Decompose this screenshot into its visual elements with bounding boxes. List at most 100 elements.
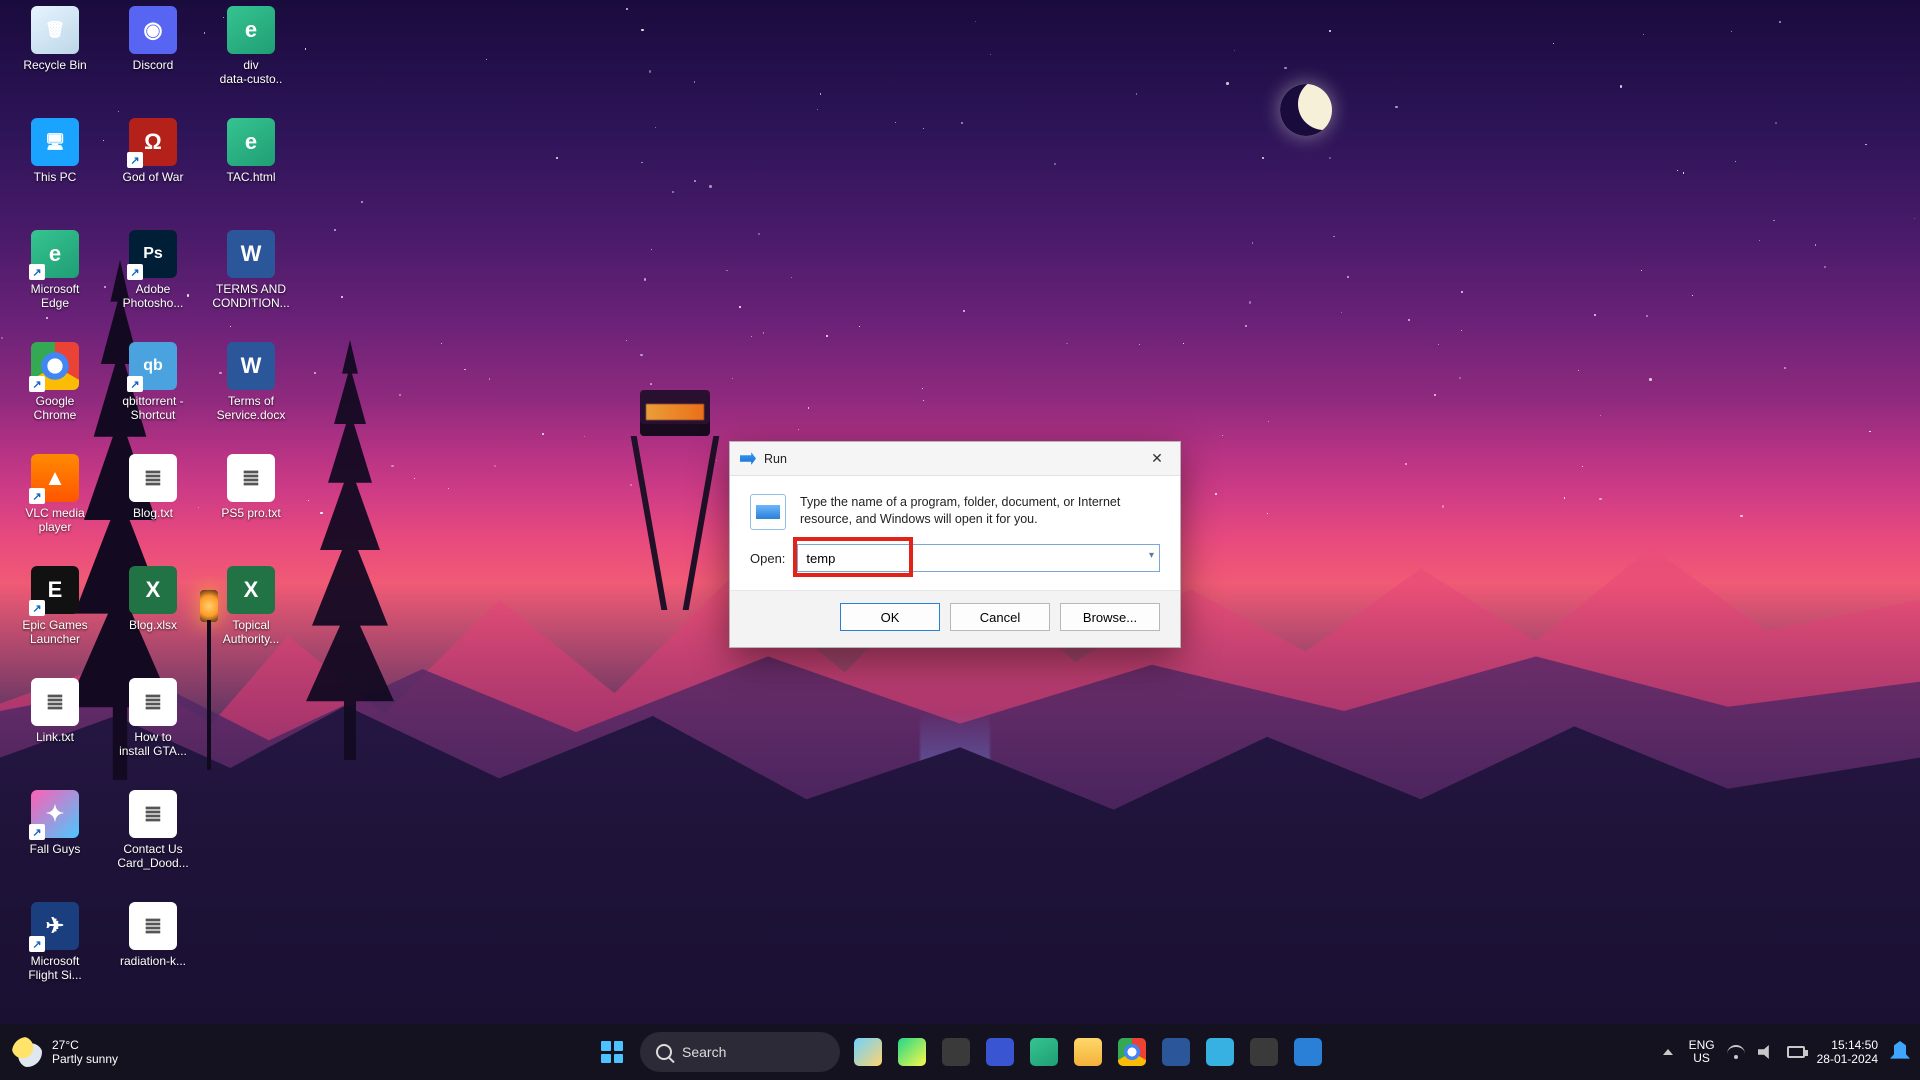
notifications-icon[interactable]	[1890, 1041, 1910, 1063]
desktop-icon[interactable]: ✦ Fall Guys	[6, 784, 104, 896]
desktop-icon-glyph: Ps	[129, 230, 177, 278]
desktop-icon-label: Contact Us Card_Dood...	[113, 842, 192, 870]
desktop-icon-label: PS5 pro.txt	[217, 506, 284, 520]
weather-temp: 27°C	[52, 1038, 118, 1052]
taskbar-clock[interactable]: 15:14:50 28-01-2024	[1817, 1038, 1878, 1066]
taskbar-app-chrome[interactable]	[1112, 1032, 1152, 1072]
desktop-icon[interactable]: eTAC.html	[202, 112, 300, 224]
desktop-icon-label: Blog.xlsx	[125, 618, 181, 632]
run-icon	[740, 451, 756, 467]
desktop-icon-glyph: qb	[129, 342, 177, 390]
taskbar-app-notepad[interactable]	[1200, 1032, 1240, 1072]
desktop-icon[interactable]: qb qbittorrent - Shortcut	[104, 336, 202, 448]
language-switcher[interactable]: ENG US	[1689, 1039, 1715, 1065]
taskbar-app-widgets[interactable]	[848, 1032, 888, 1072]
desktop-icon-label: radiation-k...	[116, 954, 190, 968]
desktop-icon-label: Blog.txt	[129, 506, 177, 520]
desktop-icon-glyph: ≣	[129, 902, 177, 950]
taskbar-search[interactable]: Search	[640, 1032, 840, 1072]
desktop-icon-glyph: ≣	[129, 790, 177, 838]
task-view-icon	[942, 1038, 970, 1066]
desktop-icon-glyph	[31, 342, 79, 390]
desktop-icon-label: Microsoft Edge	[27, 282, 84, 310]
desktop-icon-glyph: ≣	[129, 454, 177, 502]
desktop-icon[interactable]: WTERMS AND CONDITION...	[202, 224, 300, 336]
desktop-icon-glyph: ◉	[129, 6, 177, 54]
battery-icon[interactable]	[1787, 1043, 1805, 1061]
start-button[interactable]	[592, 1032, 632, 1072]
speaker-icon[interactable]	[1757, 1043, 1775, 1061]
desktop-icon[interactable]: E Epic Games Launcher	[6, 560, 104, 672]
desktop-icon[interactable]: ≣ How to install GTA...	[104, 672, 202, 784]
desktop-icon-label: Fall Guys	[26, 842, 85, 856]
taskbar-app-task-view[interactable]	[936, 1032, 976, 1072]
desktop-icon-glyph: W	[227, 342, 275, 390]
taskbar-app-settings[interactable]	[1244, 1032, 1284, 1072]
edge-icon	[1030, 1038, 1058, 1066]
desktop-icon-glyph: 🗑	[31, 6, 79, 54]
desktop-icon-glyph: 🖥	[31, 118, 79, 166]
taskbar-weather[interactable]: 27°C Partly sunny	[12, 1037, 118, 1067]
ok-button[interactable]: OK	[840, 603, 940, 631]
desktop-icon[interactable]: ◉Discord	[104, 0, 202, 112]
widgets-icon	[854, 1038, 882, 1066]
browse-button[interactable]: Browse...	[1060, 603, 1160, 631]
desktop-icon[interactable]: WTerms of Service.docx	[202, 336, 300, 448]
desktop-icon-label: How to install GTA...	[115, 730, 191, 758]
close-button[interactable]: ✕	[1134, 442, 1180, 476]
desktop-icon-label: Google Chrome	[30, 394, 81, 422]
tray-overflow[interactable]	[1659, 1043, 1677, 1061]
desktop-icon[interactable]: ≣PS5 pro.txt	[202, 448, 300, 560]
run-title: Run	[764, 452, 787, 466]
desktop-icon[interactable]: ≣ Blog.txt	[104, 448, 202, 560]
run-large-icon	[750, 494, 786, 530]
desktop-icon[interactable]: ediv data-custo..	[202, 0, 300, 112]
desktop-icon-glyph: ✦	[31, 790, 79, 838]
weather-icon	[12, 1037, 42, 1067]
desktop-icon-label: Link.txt	[32, 730, 78, 744]
pycharm-icon	[898, 1038, 926, 1066]
desktop-icon[interactable]: XBlog.xlsx	[104, 560, 202, 672]
wifi-icon[interactable]	[1727, 1043, 1745, 1061]
notepad-icon	[1206, 1038, 1234, 1066]
desktop-icon-label: Epic Games Launcher	[18, 618, 91, 646]
desktop-icon[interactable]: ≣ radiation-k...	[104, 896, 202, 1008]
desktop-icon[interactable]: Google Chrome	[6, 336, 104, 448]
cancel-button[interactable]: Cancel	[950, 603, 1050, 631]
desktop-icon[interactable]: ≣ Link.txt	[6, 672, 104, 784]
desktop-icon[interactable]: 🗑 Recycle Bin	[6, 0, 104, 112]
taskbar-app-pycharm[interactable]	[892, 1032, 932, 1072]
desktop-icon[interactable]: 🖥 This PC	[6, 112, 104, 224]
desktop-icon-label: qbittorrent - Shortcut	[118, 394, 187, 422]
word-icon	[1162, 1038, 1190, 1066]
open-input[interactable]	[797, 544, 1160, 572]
desktop-icon-label: TERMS AND CONDITION...	[208, 282, 293, 310]
taskbar-app-vscode-like[interactable]	[980, 1032, 1020, 1072]
desktop-icon[interactable]: ΩGod of War	[104, 112, 202, 224]
desktop-icon-label: Recycle Bin	[19, 58, 90, 72]
taskbar-app-run-app[interactable]	[1288, 1032, 1328, 1072]
desktop-icon-label: Topical Authority...	[219, 618, 283, 646]
desktop-icon-glyph: E	[31, 566, 79, 614]
desktop-icon[interactable]: ≣ Contact Us Card_Dood...	[104, 784, 202, 896]
taskbar-app-file-explorer[interactable]	[1068, 1032, 1108, 1072]
desktop-icon[interactable]: ▲ VLC media player	[6, 448, 104, 560]
desktop-icon-glyph: e	[227, 118, 275, 166]
desktop-icon-label: VLC media player	[21, 506, 88, 534]
open-label: Open:	[750, 551, 785, 566]
taskbar-app-word[interactable]	[1156, 1032, 1196, 1072]
desktop-icon[interactable]: ✈Microsoft Flight Si...	[6, 896, 104, 1008]
settings-icon	[1250, 1038, 1278, 1066]
vscode-like-icon	[986, 1038, 1014, 1066]
desktop-icon-glyph: ≣	[31, 678, 79, 726]
desktop-icon-grid: 🗑Recycle Bin🖥This PCeMicrosoft EdgeGoogl…	[6, 0, 326, 980]
desktop-icon-glyph: ▲	[31, 454, 79, 502]
desktop-icon[interactable]: PsAdobe Photosho...	[104, 224, 202, 336]
desktop-icon[interactable]: eMicrosoft Edge	[6, 224, 104, 336]
desktop-icon[interactable]: XTopical Authority...	[202, 560, 300, 672]
run-titlebar[interactable]: Run ✕	[730, 442, 1180, 476]
run-dialog: Run ✕ Type the name of a program, folder…	[729, 441, 1181, 648]
taskbar-app-edge[interactable]	[1024, 1032, 1064, 1072]
desktop-icon-glyph: ≣	[129, 678, 177, 726]
desktop-icon-label: This PC	[30, 170, 81, 184]
